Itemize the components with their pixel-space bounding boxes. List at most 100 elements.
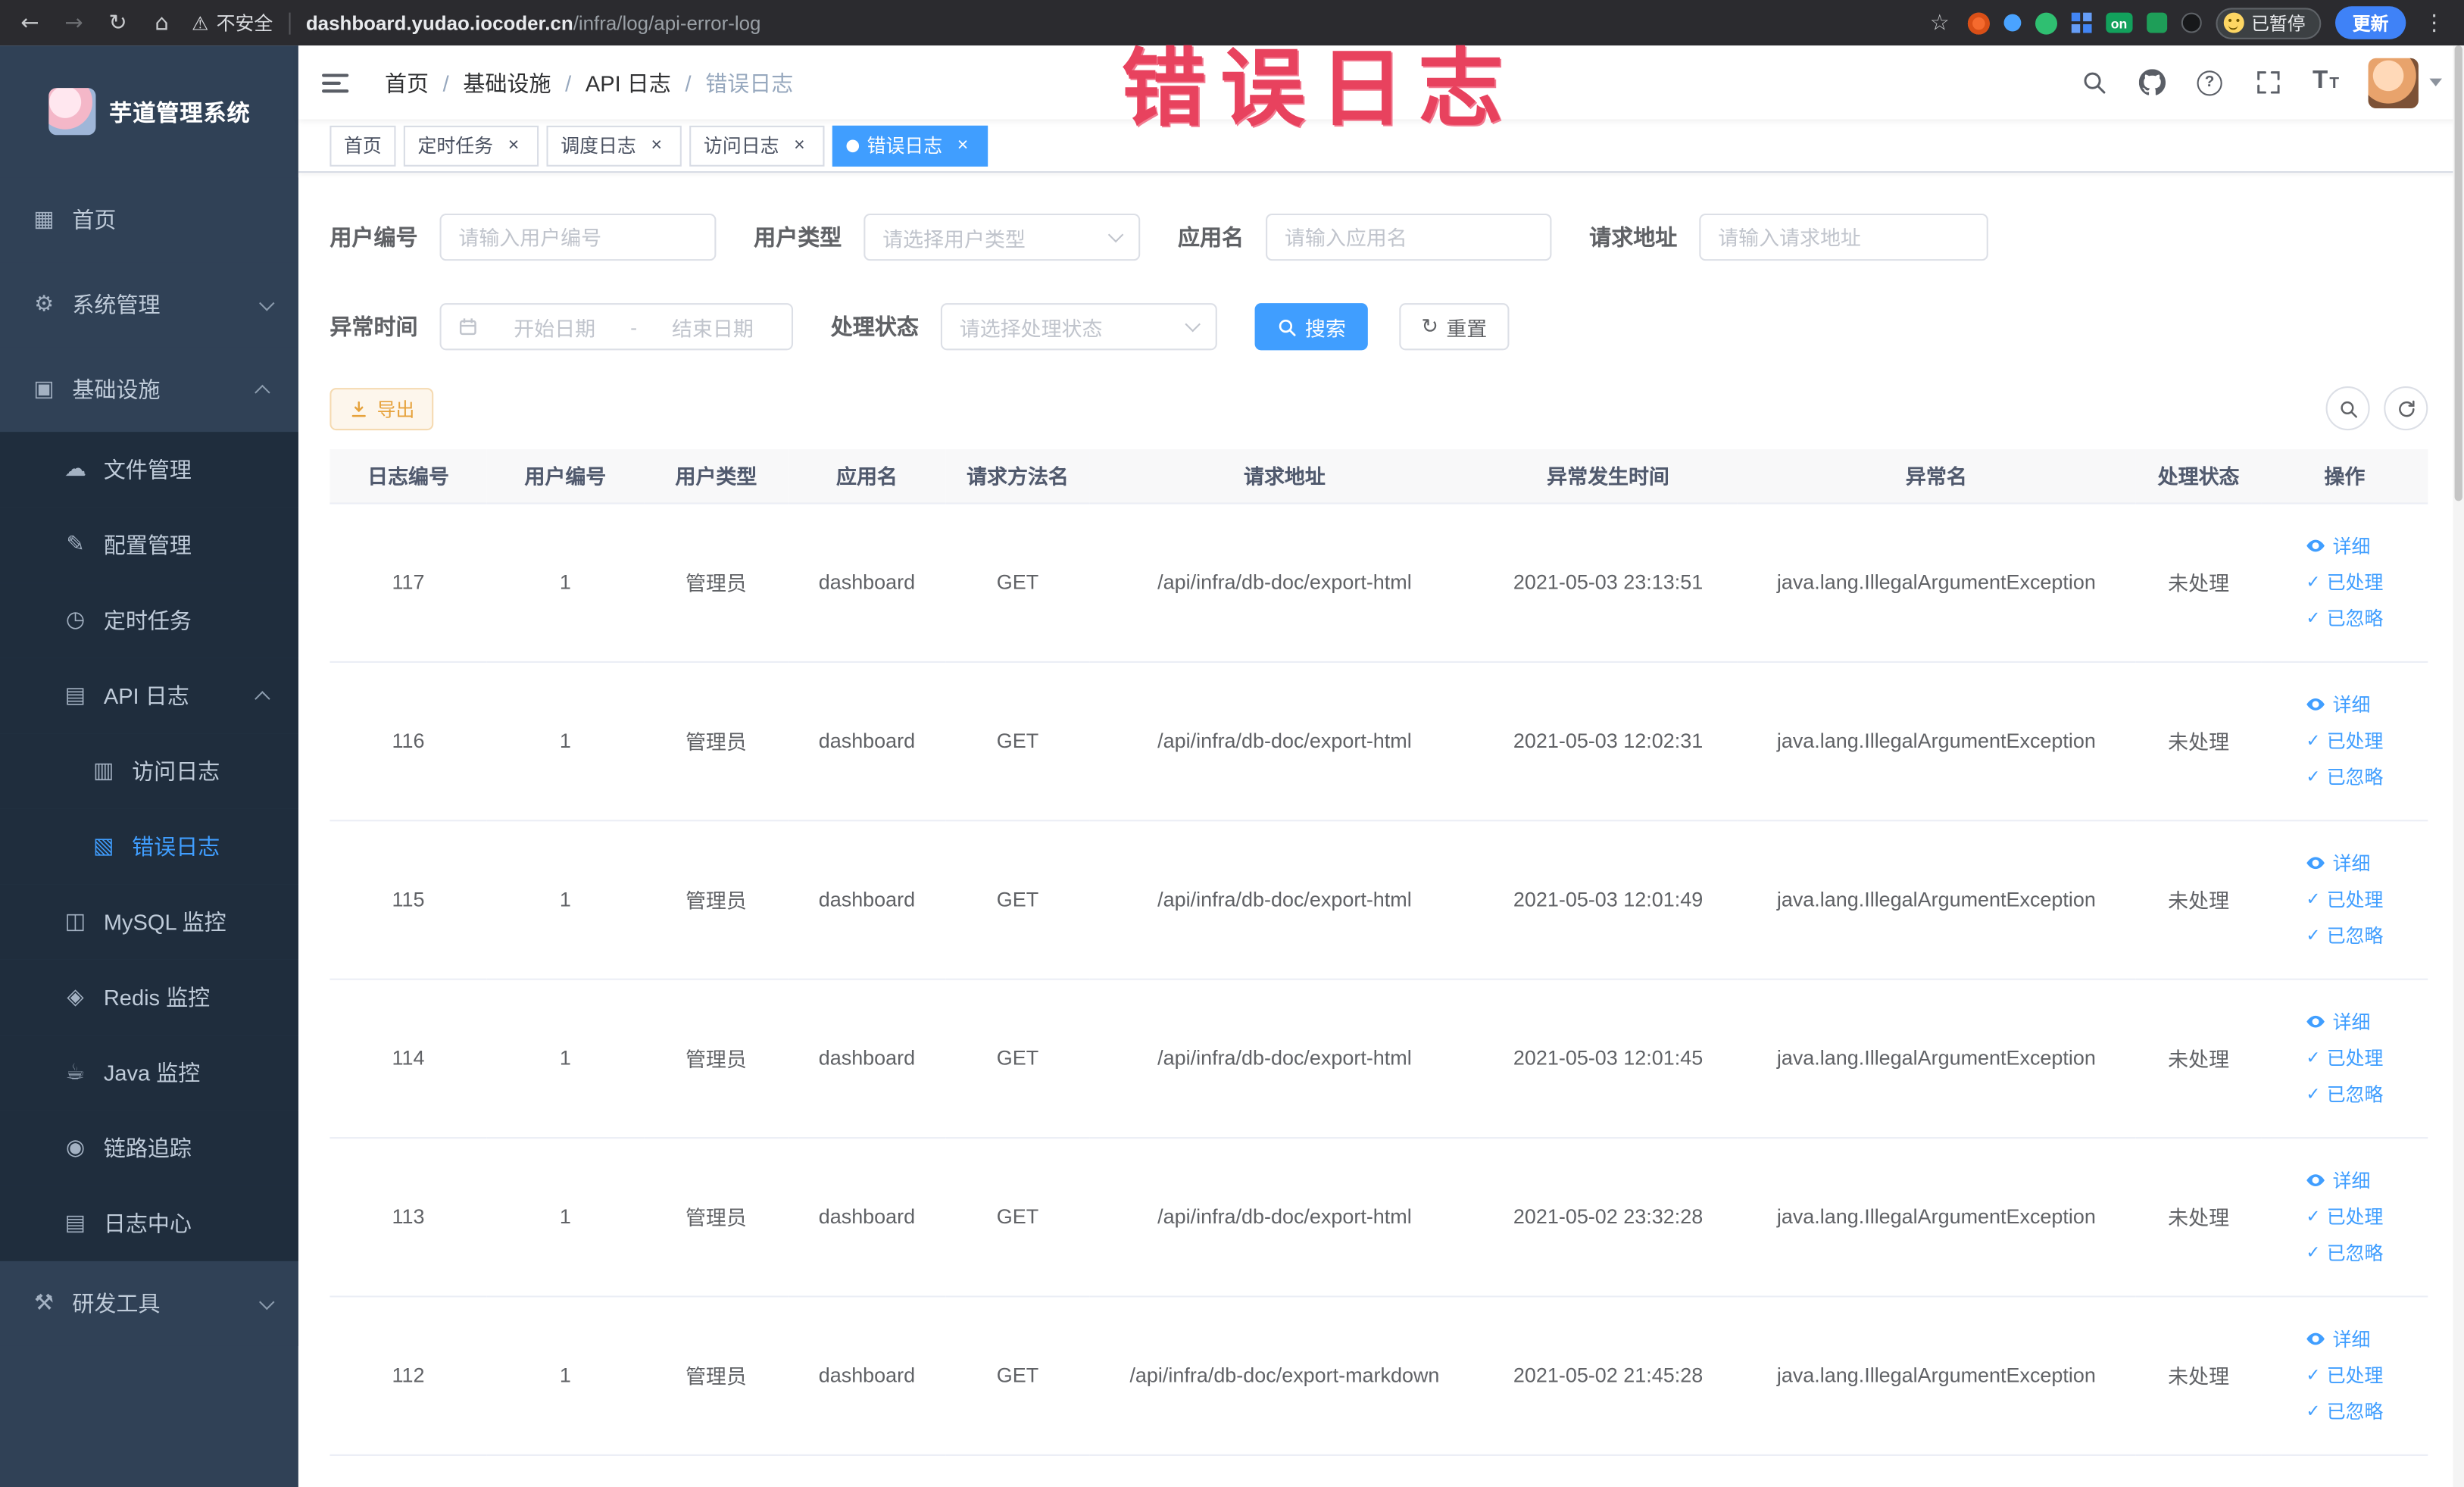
help-icon[interactable]: ? [2194,67,2225,98]
mark-ignored-link[interactable]: ✓ 已忽略 [2306,922,2383,948]
sidebar-collapse-button[interactable] [298,45,372,119]
sidebar-item-label: 日志中心 [103,1211,192,1236]
sidebar-item-redis-monitor[interactable]: ◈ Redis 监控 [0,959,298,1036]
font-size-icon[interactable]: TT [2310,67,2341,98]
page-scrollbar[interactable] [2453,45,2464,1487]
mark-processed-link[interactable]: ✓ 已处理 [2306,886,2383,912]
sidebar-item-home[interactable]: ▦ 首页 [0,177,298,263]
column-header: 用户编号 [486,448,645,504]
extension-icon[interactable] [2035,11,2058,34]
sidebar-item-file-management[interactable]: ☁ 文件管理 [0,432,298,508]
browser-home-icon[interactable]: ⌂ [148,8,176,36]
tab-home[interactable]: 首页 [329,124,396,166]
sidebar-item-access-log[interactable]: ▥ 访问日志 [0,733,298,809]
app-name-input[interactable] [1266,213,1552,261]
tab-access-log[interactable]: 访问日志 × [689,124,825,166]
mark-processed-link[interactable]: ✓ 已处理 [2306,569,2383,595]
mark-ignored-link[interactable]: ✓ 已忽略 [2306,1239,2383,1266]
extension-icon[interactable] [2003,14,2022,32]
mark-processed-link[interactable]: ✓ 已处理 [2306,727,2383,754]
cell-method: GET [945,661,1090,821]
sidebar-item-api-log[interactable]: ▤ API 日志 [0,658,298,734]
detail-link[interactable]: 详细 [2306,691,2370,717]
tab-schedule-log[interactable]: 调度日志 × [546,124,682,166]
sidebar-item-system-management[interactable]: ⚙ 系统管理 [0,262,298,348]
detail-link[interactable]: 详细 [2306,850,2370,876]
cell-method: GET [945,1137,1090,1297]
browser-menu-icon[interactable]: ⋮ [2420,8,2448,36]
bookmark-star-icon[interactable]: ☆ [1925,8,1953,36]
extension-icon[interactable] [2071,12,2092,33]
github-icon[interactable] [2136,67,2167,98]
mark-processed-link[interactable]: ✓ 已处理 [2306,1203,2383,1229]
filter-label: 异常时间 [329,314,418,339]
fullscreen-icon[interactable] [2252,67,2283,98]
extension-icon[interactable]: on [2106,12,2132,33]
back-icon[interactable]: ← [16,8,44,36]
close-icon[interactable]: × [645,133,667,156]
scrollbar-thumb[interactable] [2454,45,2462,501]
filter-user-id: 用户编号 [329,213,717,261]
sidebar-item-error-log[interactable]: ▧ 错误日志 [0,808,298,885]
extension-paused-badge[interactable]: 已暂停 [2215,7,2322,39]
sidebar-item-devtools[interactable]: ⚒ 研发工具 [0,1261,298,1346]
sidebar-item-log-center[interactable]: ▤ 日志中心 [0,1186,298,1261]
cell-exception-name: java.lang.IllegalArgumentException [1737,820,2136,979]
address-bar[interactable]: dashboard.yudao.iocoder.cn/infra/log/api… [306,12,761,34]
exception-time-range-picker[interactable]: 开始日期 - 结束日期 [439,303,794,351]
user-id-input[interactable] [439,213,717,261]
filter-label: 用户编号 [329,224,418,250]
column-header: 处理状态 [2135,448,2262,504]
mark-processed-link[interactable]: ✓ 已处理 [2306,1045,2383,1071]
tab-error-log[interactable]: 错误日志 × [832,124,988,166]
logo[interactable]: 芋道管理系统 [0,45,298,177]
sidebar-item-java-monitor[interactable]: ☕ Java 监控 [0,1035,298,1111]
breadcrumb-item[interactable]: API 日志 [586,67,671,98]
close-icon[interactable]: × [789,133,810,156]
request-url-input[interactable] [1699,213,1988,261]
detail-link[interactable]: 详细 [2306,1008,2370,1035]
browser-update-button[interactable]: 更新 [2334,6,2406,39]
check-icon: ✓ [2306,1083,2321,1104]
detail-link[interactable]: 详细 [2306,1167,2370,1193]
hamburger-icon [322,73,349,92]
search-toggle-button[interactable] [2325,386,2370,431]
detail-link[interactable]: 详细 [2306,1326,2370,1352]
mark-processed-link[interactable]: ✓ 已处理 [2306,1362,2383,1389]
mark-ignored-link[interactable]: ✓ 已忽略 [2306,1398,2383,1424]
site-security-chip[interactable]: ⚠ 不安全 [192,9,273,36]
search-button[interactable]: 搜索 [1254,303,1368,351]
sidebar-item-scheduled-jobs[interactable]: ◷ 定时任务 [0,583,298,658]
search-icon[interactable] [2078,67,2109,98]
sidebar-item-trace[interactable]: ◉ 链路追踪 [0,1110,298,1186]
mark-ignored-link[interactable]: ✓ 已忽略 [2306,604,2383,631]
export-button[interactable]: 导出 [329,387,434,430]
extension-icon[interactable] [1968,11,1991,34]
mark-ignored-link[interactable]: ✓ 已忽略 [2306,1080,2383,1107]
extension-icon[interactable] [2146,12,2167,33]
check-icon: ✓ [2306,1242,2321,1263]
extension-icon[interactable] [2180,12,2201,33]
update-label: 更新 [2352,14,2389,34]
sidebar-item-config-management[interactable]: ✎ 配置管理 [0,507,298,583]
reload-icon[interactable]: ↻ [104,8,132,36]
reset-button[interactable]: ↻ 重置 [1399,303,1510,351]
mark-ignored-link[interactable]: ✓ 已忽略 [2306,764,2383,790]
breadcrumb-item[interactable]: 基础设施 [463,67,551,98]
breadcrumb-item[interactable]: 首页 [385,67,429,98]
sidebar-item-infrastructure[interactable]: ▣ 基础设施 [0,347,298,433]
user-menu[interactable] [2368,57,2442,108]
sidebar-item-mysql-monitor[interactable]: ◫ MySQL 监控 [0,884,298,960]
sidebar-item-label: 定时任务 [103,608,192,633]
close-icon[interactable]: × [952,133,974,156]
process-status-select[interactable]: 请选择处理状态 [940,303,1217,351]
cell-log-id: 113 [329,1137,487,1297]
tab-scheduled-jobs[interactable]: 定时任务 × [403,124,539,166]
refresh-button[interactable] [2384,386,2428,431]
processed-label: 已处理 [2326,1047,2384,1070]
forward-icon[interactable]: → [60,8,88,36]
close-icon[interactable]: × [503,133,525,156]
user-type-select[interactable]: 请选择用户类型 [863,213,1141,261]
detail-label: 详细 [2332,1329,2371,1351]
detail-link[interactable]: 详细 [2306,533,2370,559]
